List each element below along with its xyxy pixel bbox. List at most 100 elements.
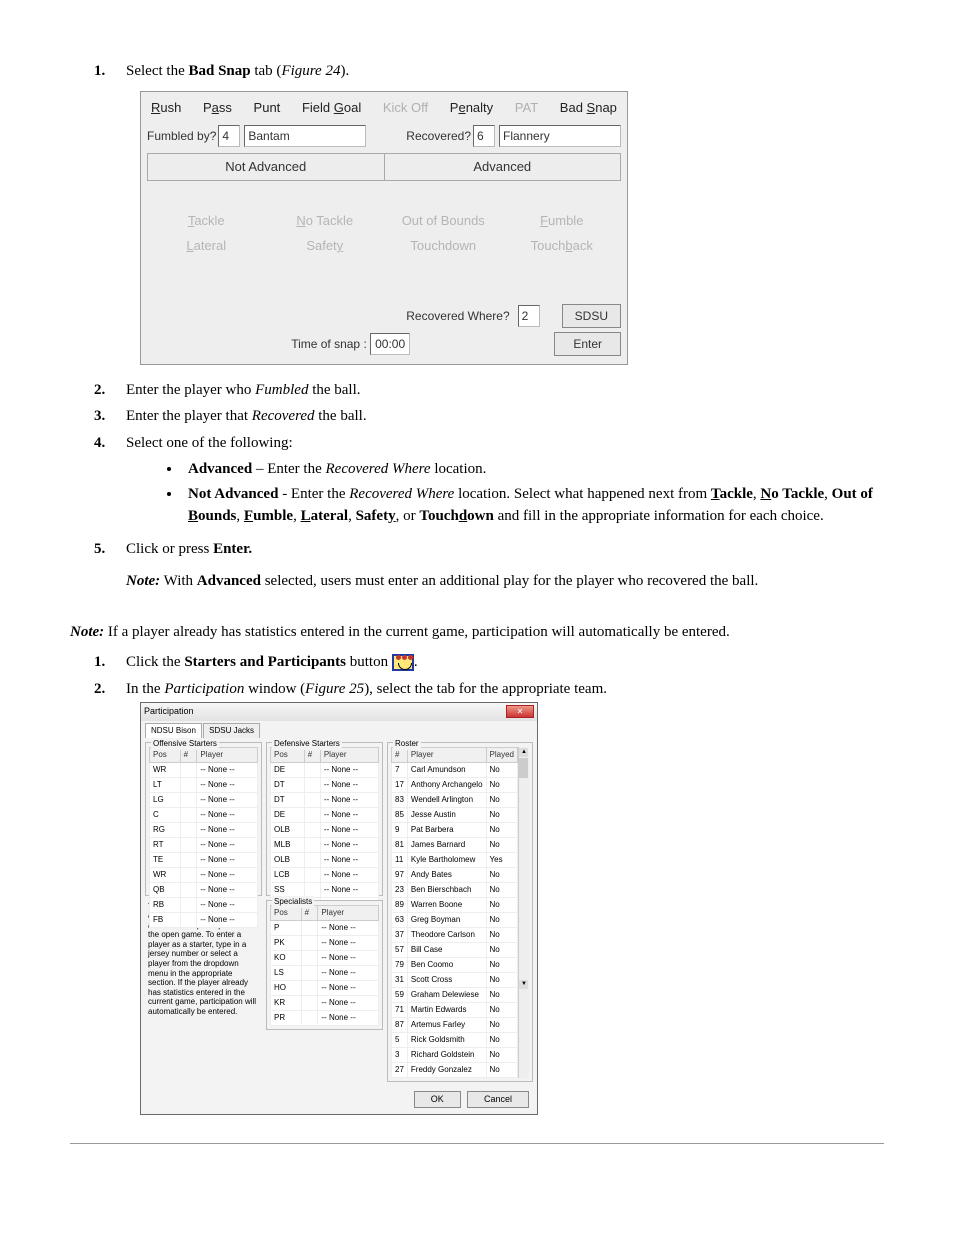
opt-lateral[interactable]: Lateral	[147, 236, 266, 256]
table-row[interactable]: 89Warren BooneNo	[392, 897, 518, 912]
table-row[interactable]: RG-- None --	[150, 822, 258, 837]
close-icon[interactable]: ✕	[506, 705, 534, 718]
table-row[interactable]: WR-- None --	[150, 867, 258, 882]
opt-tackle[interactable]: Tackle	[147, 211, 266, 231]
table-row[interactable]: PK-- None --	[271, 935, 379, 950]
opt-safety[interactable]: Safety	[266, 236, 385, 256]
tab-pass[interactable]: Pass	[203, 98, 232, 118]
table-row[interactable]: OLB-- None --	[271, 852, 379, 867]
table-row[interactable]: PR-- None --	[271, 1010, 379, 1025]
sdsu-button[interactable]: SDSU	[562, 304, 621, 328]
table-row[interactable]: 79Ben CoomoNo	[392, 957, 518, 972]
roster-legend: Roster	[393, 738, 421, 750]
table-row[interactable]: MLB-- None --	[271, 837, 379, 852]
table-row[interactable]: RT-- None --	[150, 837, 258, 852]
table-row[interactable]: 31Scott CrossNo	[392, 972, 518, 987]
step-text: Select one of the following:	[126, 435, 293, 451]
table-row[interactable]: 71Martin EdwardsNo	[392, 1002, 518, 1017]
table-row[interactable]: P-- None --	[271, 920, 379, 935]
table-row[interactable]: LT-- None --	[150, 777, 258, 792]
tab-sdsu[interactable]: SDSU Jacks	[203, 723, 260, 738]
bullet-not-advanced: Not Advanced - Enter the Recovered Where…	[182, 483, 884, 528]
table-row[interactable]: KO-- None --	[271, 950, 379, 965]
table-row[interactable]: DT-- None --	[271, 777, 379, 792]
roster-scrollbar[interactable]: ▲ ▼	[518, 747, 529, 1078]
opt-no-tackle[interactable]: No Tackle	[266, 211, 385, 231]
fumbled-by-number-input[interactable]: 4	[218, 125, 240, 147]
table-row[interactable]: TE-- None --	[150, 852, 258, 867]
table-row[interactable]: DE-- None --	[271, 762, 379, 777]
step-number: 4.	[94, 432, 105, 455]
tab-rush[interactable]: Rush	[151, 98, 181, 118]
table-row[interactable]: WR-- None --	[150, 762, 258, 777]
table-row[interactable]: 17Anthony ArchangeloNo	[392, 777, 518, 792]
table-row[interactable]: 11Kyle BartholomewYes	[392, 852, 518, 867]
table-row[interactable]: KR-- None --	[271, 995, 379, 1010]
table-row[interactable]: RB-- None --	[150, 897, 258, 912]
table-row[interactable]: 3Richard GoldsteinNo	[392, 1047, 518, 1062]
cancel-button[interactable]: Cancel	[467, 1091, 529, 1109]
table-row[interactable]: 59Graham DelewieseNo	[392, 987, 518, 1002]
scroll-thumb[interactable]	[519, 758, 528, 778]
table-row[interactable]: LCB-- None --	[271, 867, 379, 882]
table-row[interactable]: 37Theodore CarlsonNo	[392, 927, 518, 942]
table-row[interactable]: 27Freddy GonzalezNo	[392, 1062, 518, 1077]
dialog-title: Participation	[144, 705, 194, 719]
table-row[interactable]: LG-- None --	[150, 792, 258, 807]
table-row[interactable]: QB-- None --	[150, 882, 258, 897]
table-row[interactable]: FB-- None --	[150, 912, 258, 927]
table-row[interactable]: 83Wendell ArlingtonNo	[392, 792, 518, 807]
note: Note: If a player already has statistics…	[70, 621, 884, 644]
scroll-down-icon[interactable]: ▼	[519, 980, 528, 989]
step-text: Click or press Enter.	[126, 541, 252, 557]
table-row[interactable]: LS-- None --	[271, 965, 379, 980]
table-row[interactable]: OLB-- None --	[271, 822, 379, 837]
tab-bad-snap[interactable]: Bad Snap	[560, 98, 617, 118]
table-row[interactable]: 63Greg BoymanNo	[392, 912, 518, 927]
table-row[interactable]: 9Pat BarberaNo	[392, 822, 518, 837]
table-row[interactable]: C-- None --	[150, 807, 258, 822]
not-advanced-option[interactable]: Not Advanced	[147, 153, 385, 181]
opt-out-of-bounds[interactable]: Out of Bounds	[384, 211, 503, 231]
table-row[interactable]: 23Ben BierschbachNo	[392, 882, 518, 897]
table-row[interactable]: 7Carl AmundsonNo	[392, 762, 518, 777]
recovered-name-input[interactable]: Flannery	[499, 125, 621, 147]
table-row[interactable]: DT-- None --	[271, 792, 379, 807]
table-row[interactable]: 87Artemus FarleyNo	[392, 1017, 518, 1032]
bullet-advanced: Advanced – Enter the Recovered Where loc…	[182, 458, 884, 481]
opt-touchback[interactable]: Touchback	[503, 236, 622, 256]
tab-pat[interactable]: PAT	[515, 98, 538, 118]
table-row[interactable]: HO-- None --	[271, 980, 379, 995]
table-row[interactable]: 81James BarnardNo	[392, 837, 518, 852]
table-row[interactable]: DE-- None --	[271, 807, 379, 822]
table-row[interactable]: 57Bill CaseNo	[392, 942, 518, 957]
step-number: 2.	[94, 678, 105, 701]
defensive-starters-legend: Defensive Starters	[272, 738, 342, 750]
advanced-option[interactable]: Advanced	[385, 153, 622, 181]
recovered-number-input[interactable]: 6	[473, 125, 495, 147]
ok-button[interactable]: OK	[414, 1091, 461, 1109]
enter-button[interactable]: Enter	[554, 332, 621, 356]
step-text: Select the Bad Snap tab (Figure 24).	[126, 63, 349, 79]
opt-fumble[interactable]: Fumble	[503, 211, 622, 231]
step-text: Enter the player that Recovered the ball…	[126, 408, 367, 424]
tab-ndsu[interactable]: NDSU Bison	[145, 723, 202, 738]
step-text: Click the Starters and Participants butt…	[126, 654, 418, 670]
recovered-where-input[interactable]: 2	[518, 305, 540, 327]
specialists-table: Pos#Player P-- None --PK-- None --KO-- N…	[270, 905, 379, 1026]
table-row[interactable]: 85Jesse AustinNo	[392, 807, 518, 822]
play-type-tabs: Rush Pass Punt Field Goal Kick Off Penal…	[147, 96, 621, 120]
scroll-up-icon[interactable]: ▲	[519, 748, 528, 757]
fumbled-by-name-input[interactable]: Bantam	[244, 125, 366, 147]
step-number: 3.	[94, 405, 105, 428]
footer-rule	[70, 1143, 884, 1144]
tab-field-goal[interactable]: Field Goal	[302, 98, 361, 118]
tab-punt[interactable]: Punt	[254, 98, 281, 118]
opt-touchdown[interactable]: Touchdown	[384, 236, 503, 256]
table-row[interactable]: 97Andy BatesNo	[392, 867, 518, 882]
time-of-snap-label: Time of snap :	[291, 337, 367, 351]
table-row[interactable]: 5Rick GoldsmithNo	[392, 1032, 518, 1047]
time-of-snap-input[interactable]: 00:00	[370, 333, 410, 355]
tab-kick-off[interactable]: Kick Off	[383, 98, 428, 118]
tab-penalty[interactable]: Penalty	[450, 98, 493, 118]
